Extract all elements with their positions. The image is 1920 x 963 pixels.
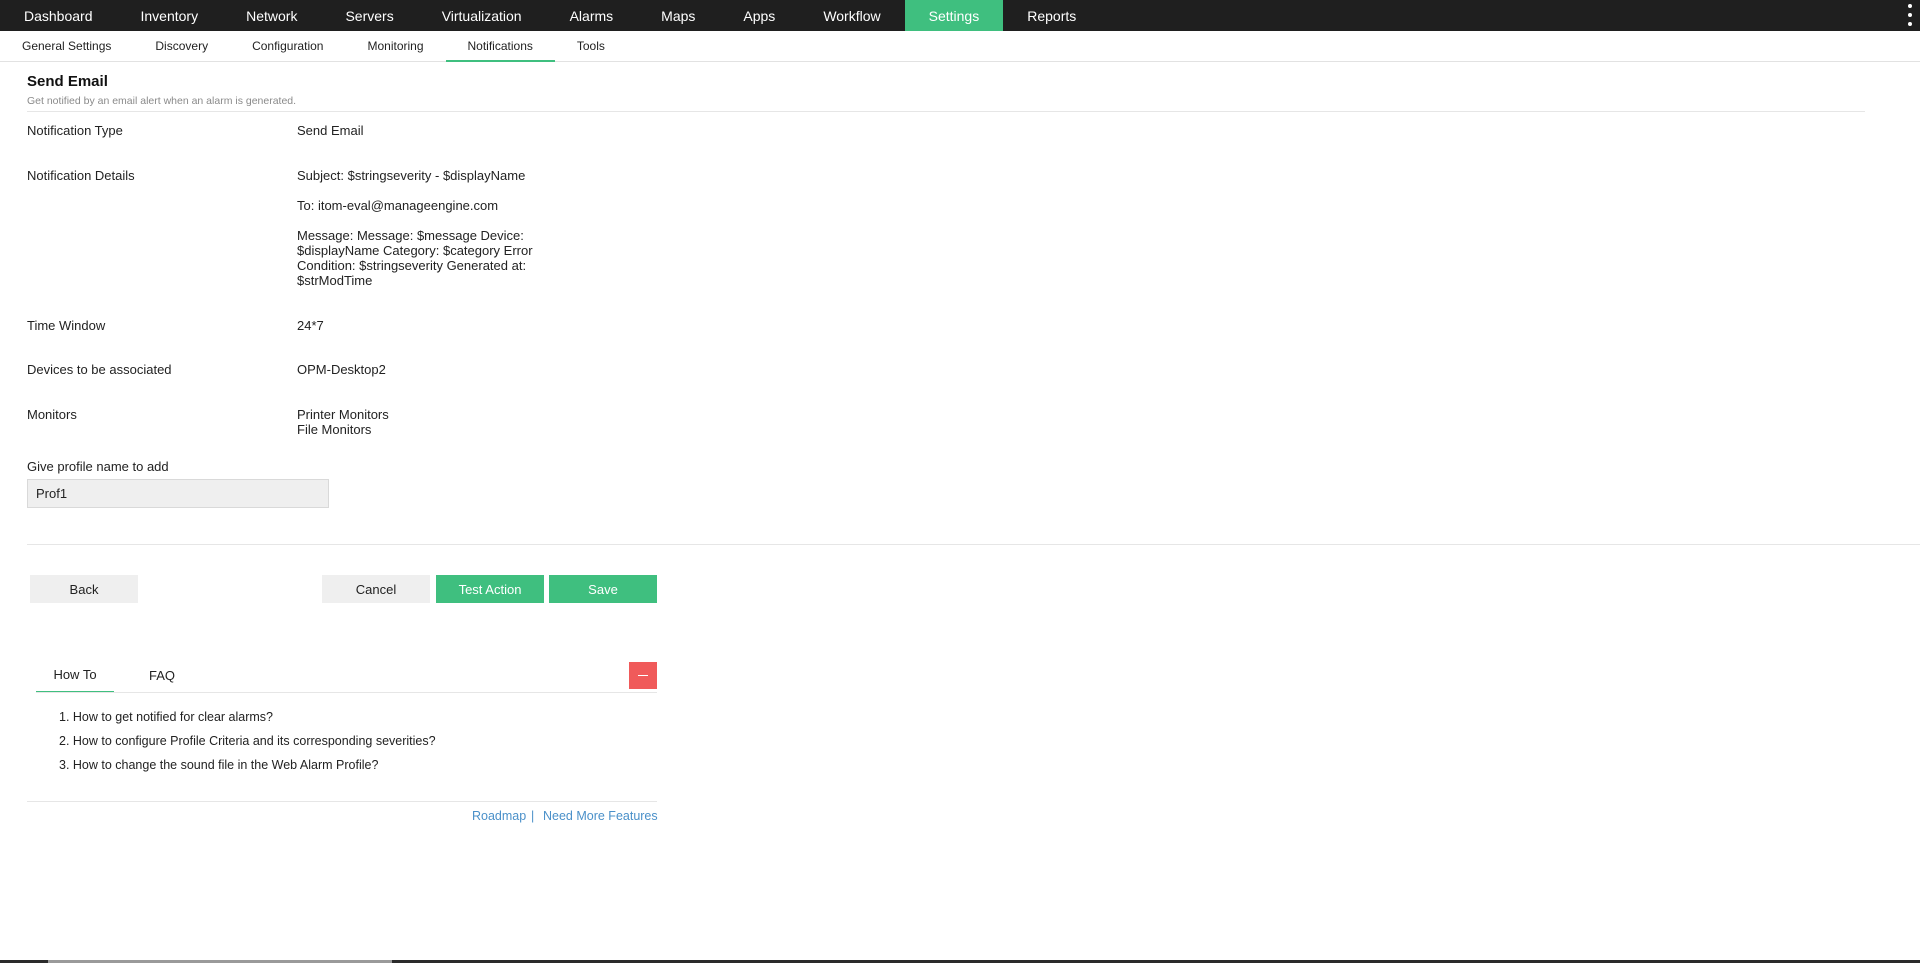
page-subtitle: Get notified by an email alert when an a…	[27, 95, 297, 107]
nav-inventory[interactable]: Inventory	[117, 0, 223, 31]
notification-type-value: Send Email	[297, 123, 364, 138]
monitor-item: File Monitors	[297, 422, 372, 437]
divider	[27, 544, 1920, 545]
email-message-line: $strModTime	[297, 273, 373, 288]
collapse-icon[interactable]	[629, 662, 657, 689]
time-window-label: Time Window	[27, 318, 106, 333]
divider	[36, 692, 657, 693]
email-to: To: itom-eval@manageengine.com	[297, 198, 499, 213]
devices-label: Devices to be associated	[27, 362, 172, 377]
nav-workflow[interactable]: Workflow	[799, 0, 904, 31]
nav-settings[interactable]: Settings	[904, 0, 1004, 31]
test-action-button[interactable]: Test Action	[436, 575, 544, 603]
settings-subnav: General Settings Discovery Configuration…	[0, 31, 1920, 62]
monitor-item: Printer Monitors	[297, 407, 389, 422]
tab-discovery[interactable]: Discovery	[133, 31, 230, 61]
profile-name-input[interactable]	[27, 479, 329, 508]
nav-reports[interactable]: Reports	[1003, 0, 1100, 31]
back-button[interactable]: Back	[30, 575, 138, 603]
page-title: Send Email	[27, 73, 108, 90]
nav-alarms[interactable]: Alarms	[546, 0, 638, 31]
divider	[27, 801, 657, 802]
faq-link[interactable]: 2. How to configure Profile Criteria and…	[59, 734, 436, 748]
email-message-line: Condition: $stringseverity Generated at:	[297, 258, 527, 273]
save-button[interactable]: Save	[549, 575, 657, 603]
nav-maps[interactable]: Maps	[637, 0, 719, 31]
link-separator: |	[531, 809, 535, 823]
monitors-label: Monitors	[27, 407, 77, 422]
tab-configuration[interactable]: Configuration	[230, 31, 345, 61]
faq-link[interactable]: 1. How to get notified for clear alarms?	[59, 710, 273, 724]
email-message-line: $displayName Category: $category Error	[297, 243, 533, 258]
tab-general-settings[interactable]: General Settings	[0, 31, 133, 61]
tab-how-to[interactable]: How To	[36, 658, 114, 693]
tab-monitoring[interactable]: Monitoring	[345, 31, 445, 61]
nav-dashboard[interactable]: Dashboard	[0, 0, 117, 31]
top-navigation: Dashboard Inventory Network Servers Virt…	[0, 0, 1920, 31]
nav-servers[interactable]: Servers	[321, 0, 417, 31]
cancel-button[interactable]: Cancel	[322, 575, 430, 603]
nav-apps[interactable]: Apps	[719, 0, 799, 31]
faq-link[interactable]: 3. How to change the sound file in the W…	[59, 758, 378, 772]
email-message-line: Message: Message: $message Device:	[297, 228, 524, 243]
tab-faq[interactable]: FAQ	[130, 658, 194, 693]
notification-details-label: Notification Details	[27, 168, 135, 183]
profile-name-label: Give profile name to add	[27, 459, 169, 474]
tab-tools[interactable]: Tools	[555, 31, 627, 61]
nav-virtualization[interactable]: Virtualization	[418, 0, 546, 31]
more-options-icon[interactable]	[1906, 4, 1914, 26]
tab-notifications[interactable]: Notifications	[445, 31, 555, 62]
divider	[27, 111, 1865, 112]
nav-network[interactable]: Network	[222, 0, 321, 31]
devices-value: OPM-Desktop2	[297, 362, 386, 377]
roadmap-link[interactable]: Roadmap	[472, 809, 526, 823]
time-window-value: 24*7	[297, 318, 324, 333]
need-more-features-link[interactable]: Need More Features	[543, 809, 658, 823]
email-subject: Subject: $stringseverity - $displayName	[297, 168, 526, 183]
notification-type-label: Notification Type	[27, 123, 123, 138]
